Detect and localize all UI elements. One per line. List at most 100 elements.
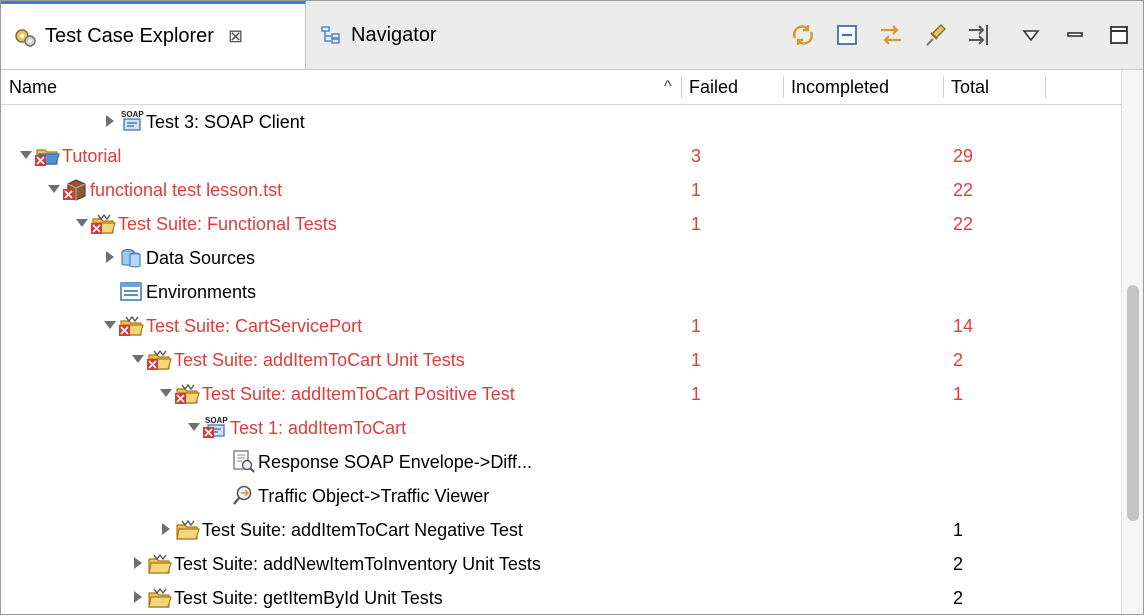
column-header-name-label: Name [9, 77, 58, 97]
tree-expanded-icon[interactable] [103, 317, 117, 333]
column-divider[interactable] [1045, 76, 1046, 98]
failed-count: 1 [691, 180, 702, 200]
test-suite-failed-icon [90, 210, 116, 236]
tree-expanded-icon[interactable] [19, 147, 33, 163]
failed-count: 3 [691, 146, 702, 166]
total-count: 2 [953, 554, 964, 574]
failed-count: 1 [691, 214, 702, 234]
tree-row-label: Test 1: addItemToCart [230, 418, 407, 438]
tree-row[interactable]: Test Suite: addItemToCart Negative Test 1 [1, 513, 1119, 547]
tree-row[interactable]: SOAP Test 1: addItemToCart [1, 411, 1119, 445]
column-header-incompleted-label: Incompleted [791, 77, 890, 97]
tab-label: Test Case Explorer [45, 25, 214, 47]
test-suite-failed-icon [174, 380, 200, 406]
svg-text:SOAP: SOAP [205, 416, 228, 425]
link-with-editor-icon[interactable] [875, 19, 907, 51]
tree-expanded-icon[interactable] [47, 181, 61, 197]
total-count: 14 [953, 316, 974, 336]
column-header-total-label: Total [951, 77, 990, 97]
tree-row[interactable]: Traffic Object->Traffic Viewer [1, 479, 1119, 513]
tree-row[interactable]: functional test lesson.tst 1 22 [1, 173, 1119, 207]
tree-expanded-icon[interactable] [187, 419, 201, 435]
tree-expanded-icon[interactable] [75, 215, 89, 231]
tab-navigator[interactable]: Navigator [307, 1, 477, 69]
tree-column-header: Name ^ Failed Incompleted Total [1, 70, 1121, 105]
vertical-scrollbar[interactable] [1121, 70, 1143, 614]
tree-collapsed-icon[interactable] [103, 113, 117, 129]
tree-row[interactable]: Test Suite: addNewItemToInventory Unit T… [1, 547, 1119, 581]
tree-row-label: Test Suite: getItemById Unit Tests [174, 588, 443, 608]
tree-row[interactable]: Data Sources [1, 241, 1119, 275]
tree-collapsed-icon[interactable] [103, 249, 117, 265]
tree-expanded-icon[interactable] [131, 351, 145, 367]
view-tab-bar: Test Case Explorer ⊠ Navigator [1, 1, 1143, 70]
tree-row-label: Data Sources [146, 248, 256, 268]
tree-row-label: Test Suite: addNewItemToInventory Unit T… [174, 554, 541, 574]
collapse-all-icon[interactable] [831, 19, 863, 51]
total-count: 22 [953, 180, 974, 200]
test-suite-failed-icon [146, 346, 172, 372]
tab-label: Navigator [351, 23, 437, 46]
tree-collapsed-icon[interactable] [131, 589, 145, 605]
total-count: 22 [953, 214, 974, 234]
filter-icon[interactable] [963, 19, 995, 51]
pin-icon[interactable] [919, 19, 951, 51]
tree-row[interactable]: Test Suite: CartServicePort 1 14 [1, 309, 1119, 343]
tree-row-label: Test 3: SOAP Client [146, 112, 305, 132]
scrollbar-thumb[interactable] [1127, 285, 1139, 521]
tree-collapsed-icon[interactable] [131, 555, 145, 571]
tree-row[interactable]: Test Suite: addItemToCart Unit Tests 1 2 [1, 343, 1119, 377]
test-suite-icon [146, 584, 172, 610]
tree-row-label: functional test lesson.tst [90, 180, 283, 200]
soap-client-test-failed-icon: SOAP [202, 414, 228, 440]
tree-row-label: Tutorial [62, 146, 122, 166]
environments-icon [118, 278, 144, 304]
tree-row-label: Test Suite: addItemToCart Negative Test [202, 520, 523, 540]
tree-row[interactable]: Tutorial 3 29 [1, 139, 1119, 173]
svg-text:SOAP: SOAP [121, 110, 144, 119]
tree-row[interactable]: Test Suite: getItemById Unit Tests 2 [1, 581, 1119, 614]
tree-row-label: Response SOAP Envelope->Diff... [258, 452, 532, 472]
view-toolbar [775, 19, 1135, 51]
tree-row[interactable]: SOAP Test 3: SOAP Client [1, 105, 1119, 139]
tree-row[interactable]: Environments [1, 275, 1119, 309]
column-header-total[interactable]: Total [943, 70, 1043, 104]
test-suite-failed-icon [118, 312, 144, 338]
failed-count: 1 [691, 316, 702, 336]
view-menu-icon[interactable] [1015, 19, 1047, 51]
minimize-icon[interactable] [1059, 19, 1091, 51]
test-case-tree: SOAP Test 3: SOAP Client Tutorial 3 29 functi… [1, 105, 1119, 614]
navigator-icon [319, 23, 343, 47]
tree-expanded-icon[interactable] [159, 385, 173, 401]
sync-icon[interactable] [787, 19, 819, 51]
close-tab-icon[interactable]: ⊠ [228, 26, 243, 47]
diff-tool-icon [230, 448, 256, 474]
test-suite-icon [146, 550, 172, 576]
column-header-failed[interactable]: Failed [681, 70, 781, 104]
tree-row-label: Environments [146, 282, 257, 302]
tree-collapsed-icon[interactable] [159, 521, 173, 537]
tree-row-label: Test Suite: addItemToCart Positive Test [202, 384, 515, 404]
failed-count: 1 [691, 350, 702, 370]
tree-row[interactable]: Test Suite: Functional Tests 1 22 [1, 207, 1119, 241]
tree-row-label: Traffic Object->Traffic Viewer [258, 486, 490, 506]
total-count: 2 [953, 588, 964, 608]
project-folder-failed-icon [34, 142, 60, 168]
total-count: 29 [953, 146, 974, 166]
maximize-icon[interactable] [1103, 19, 1135, 51]
data-sources-icon [118, 244, 144, 270]
sort-ascending-icon: ^ [664, 78, 672, 95]
tab-test-case-explorer[interactable]: Test Case Explorer ⊠ [1, 1, 306, 69]
total-count: 1 [953, 520, 964, 540]
test-case-explorer-icon [13, 25, 37, 49]
tree-row[interactable]: Response SOAP Envelope->Diff... [1, 445, 1119, 479]
column-header-incompleted[interactable]: Incompleted [783, 70, 941, 104]
failed-count: 1 [691, 384, 702, 404]
tree-row-label: Test Suite: CartServicePort [146, 316, 363, 336]
test-suite-icon [174, 516, 200, 542]
tree-row-label: Test Suite: Functional Tests [118, 214, 337, 234]
total-count: 2 [953, 350, 964, 370]
tree-row[interactable]: Test Suite: addItemToCart Positive Test 1… [1, 377, 1119, 411]
test-file-failed-icon [62, 176, 88, 202]
column-header-name[interactable]: Name [1, 70, 661, 104]
